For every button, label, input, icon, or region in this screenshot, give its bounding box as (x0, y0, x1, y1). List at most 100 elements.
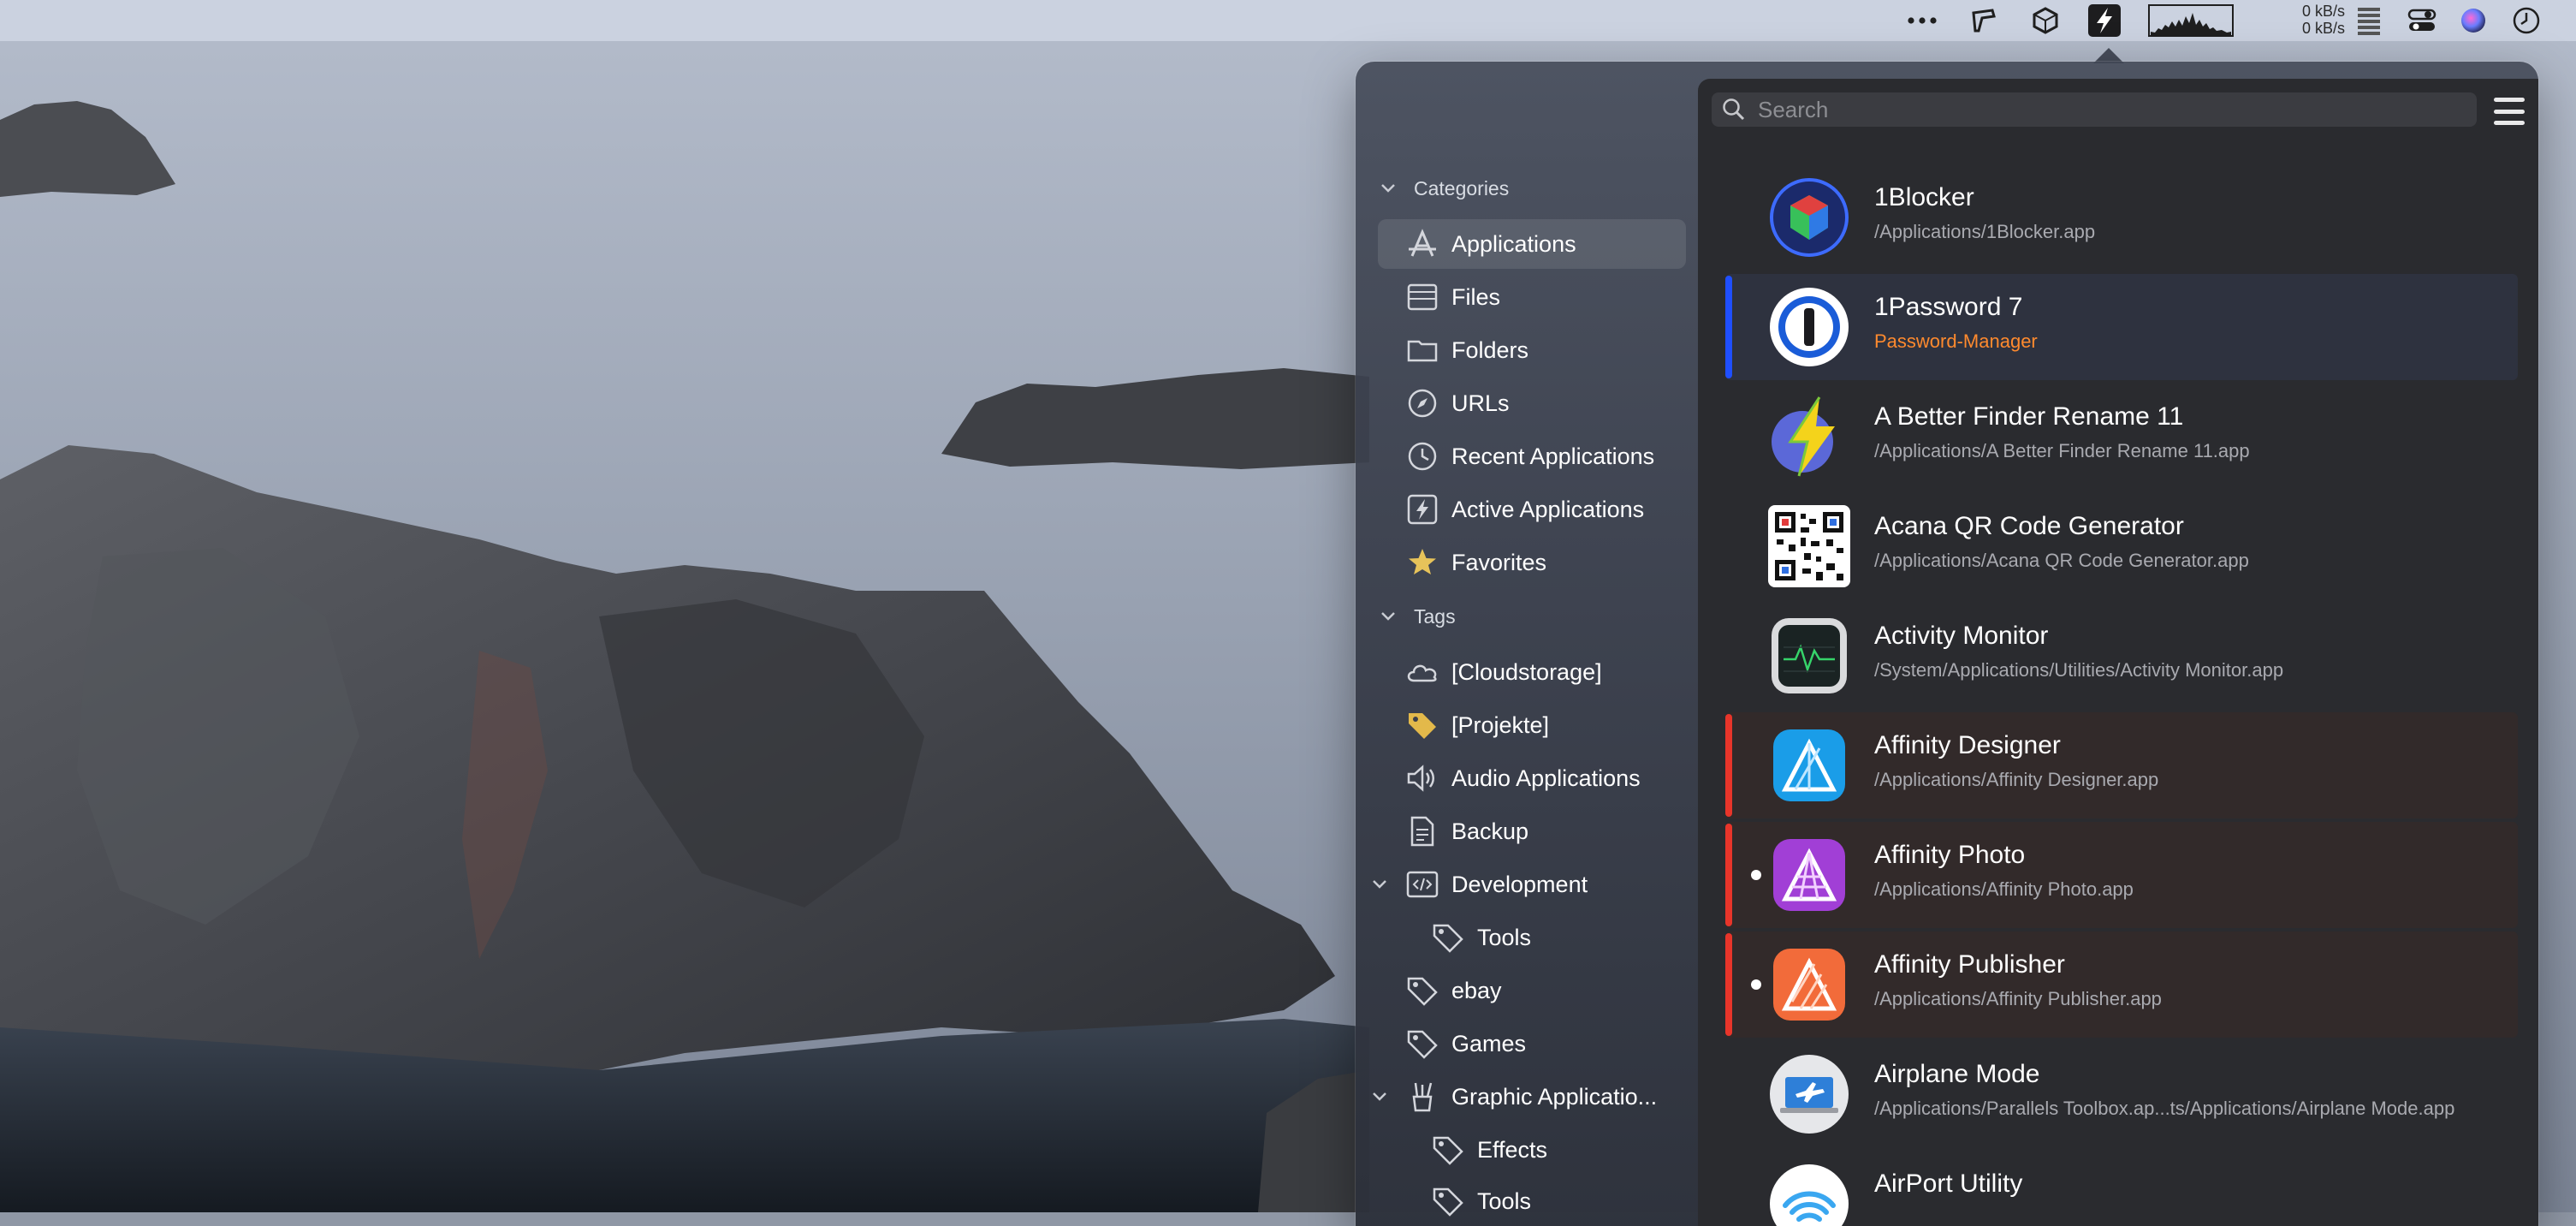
sidebar-item-label: Development (1451, 871, 1588, 897)
app-row-1password[interactable]: 1Password 7 Password-Manager (1725, 274, 2518, 380)
running-indicator-dot (1751, 979, 1761, 990)
sidebar-item-label: Applications (1451, 230, 1576, 257)
sidebar-item-applications[interactable]: Applications (1378, 219, 1686, 269)
app-name: A Better Finder Rename 11 (1874, 402, 2184, 431)
sidebar-item-label: Effects (1477, 1136, 1548, 1163)
code-icon (1404, 866, 1441, 903)
net-download: 0 kB/s (2301, 20, 2345, 37)
app-row-affinity-photo[interactable]: Affinity Photo /Applications/Affinity Ph… (1725, 822, 2518, 928)
app-row-a-better-finder-rename[interactable]: A Better Finder Rename 11 /Applications/… (1725, 384, 2518, 490)
menu-line (2494, 109, 2525, 114)
activity-graph-icon[interactable] (2146, 0, 2235, 41)
tag-icon (1429, 919, 1467, 956)
hamburger-menu-button[interactable] (2494, 96, 2525, 127)
finder-rename-icon (1772, 396, 1835, 477)
net-upload: 0 kB/s (2301, 3, 2345, 20)
tag-color-stripe (1725, 824, 1732, 926)
app-row-affinity-designer[interactable]: Affinity Designer /Applications/Affinity… (1725, 712, 2518, 818)
clock-icon[interactable] (2509, 0, 2543, 41)
app-row-activity-monitor[interactable]: Activity Monitor /System/Applications/Ut… (1725, 603, 2518, 709)
stack-icon[interactable] (1967, 0, 2001, 41)
sidebar-item-label: Tools (1477, 924, 1532, 950)
cube-icon[interactable] (2028, 0, 2063, 41)
app-path: /Applications/1Blocker.app (1874, 221, 2096, 242)
app-name: Affinity Designer (1874, 731, 2061, 759)
running-indicator-dot (1751, 870, 1761, 880)
control-center-icon[interactable] (2405, 0, 2439, 41)
tags-header[interactable]: Tags (1378, 599, 1456, 634)
compass-icon (1404, 384, 1441, 422)
tag-icon (1429, 1131, 1467, 1169)
brush-icon (1404, 1078, 1441, 1116)
lightning-icon (1404, 491, 1441, 528)
results-list: 1Blocker /Applications/1Blocker.app 1Pas… (1698, 79, 2538, 1226)
folder-icon (1404, 331, 1441, 369)
app-name: Activity Monitor (1874, 622, 2049, 650)
sidebar-item-label: ebay (1451, 977, 1502, 1003)
search-icon (1723, 98, 1745, 121)
siri-icon[interactable] (2456, 0, 2490, 41)
qr-code-icon (1768, 505, 1850, 587)
app-path: /Applications/Affinity Designer.app (1874, 769, 2159, 790)
app-path: /Applications/A Better Finder Rename 11.… (1874, 440, 2250, 461)
app-path: /Applications/Parallels Toolbox.ap...ts/… (1874, 1098, 2455, 1119)
app-path: /Applications/Acana QR Code Generator.ap… (1874, 550, 2249, 571)
sidebar-item-label: Audio Applications (1451, 765, 1641, 791)
categories-header-label: Categories (1414, 176, 1510, 199)
1password-icon (1770, 288, 1849, 366)
tags-header-label: Tags (1414, 604, 1456, 628)
app-row-affinity-publisher[interactable]: Affinity Publisher /Applications/Affinit… (1725, 931, 2518, 1038)
cloud-icon (1404, 653, 1441, 691)
sidebar-item-label: URLs (1451, 390, 1510, 416)
lightning-icon[interactable] (2086, 0, 2122, 41)
memory-icon[interactable] (2353, 0, 2384, 41)
1blocker-icon (1770, 178, 1849, 257)
tag-icon (1404, 706, 1441, 744)
sidebar: Categories Applications Files Folders UR… (1356, 62, 1698, 1226)
search-input[interactable] (1756, 95, 2461, 124)
files-icon (1404, 278, 1441, 316)
app-path: /Applications/Affinity Publisher.app (1874, 988, 2162, 1009)
app-row-acana-qr-code-generator[interactable]: Acana QR Code Generator /Applications/Ac… (1725, 493, 2518, 599)
network-speed-readout[interactable]: 0 kB/s 0 kB/s (2280, 3, 2345, 37)
app-path: /Applications/Affinity Photo.app (1874, 878, 2134, 900)
app-row-1blocker[interactable]: 1Blocker /Applications/1Blocker.app (1725, 164, 2518, 271)
app-row-airport-utility[interactable]: AirPort Utility (1725, 1151, 2518, 1226)
app-name: Acana QR Code Generator (1874, 512, 2184, 540)
app-row-airplane-mode[interactable]: Airplane Mode /Applications/Parallels To… (1725, 1041, 2518, 1147)
menu-bar: 0 kB/s 0 kB/s (0, 0, 2576, 41)
chevron-down-icon[interactable] (1369, 1086, 1390, 1107)
sidebar-item-label: [Cloudstorage] (1451, 658, 1602, 685)
sidebar-item-label: Games (1451, 1030, 1527, 1056)
airplane-mode-icon (1770, 1055, 1849, 1134)
app-name: 1Blocker (1874, 183, 1974, 211)
airport-utility-icon (1770, 1164, 1849, 1226)
sidebar-item-label: Graphic Applicatio... (1451, 1083, 1658, 1110)
chevron-down-icon[interactable] (1369, 874, 1390, 895)
app-tag-label: Password-Manager (1874, 330, 2038, 352)
sidebar-item-label: Tools (1477, 1187, 1532, 1214)
speaker-icon (1404, 759, 1441, 797)
sidebar-item-label: [Projekte] (1451, 711, 1550, 738)
categories-header[interactable]: Categories (1378, 171, 1509, 205)
chevron-down-icon[interactable] (1378, 178, 1398, 199)
affinity-publisher-icon (1773, 949, 1845, 1021)
app-name: Affinity Photo (1874, 841, 2026, 869)
tag-icon (1429, 1182, 1467, 1220)
search-field[interactable] (1712, 92, 2477, 127)
app-name: 1Password 7 (1874, 293, 2023, 321)
menu-line (2494, 98, 2525, 102)
app-name: Affinity Publisher (1874, 950, 2065, 979)
app-name: Airplane Mode (1874, 1060, 2040, 1088)
ellipsis-icon[interactable] (1905, 0, 1939, 41)
menu-line (2494, 121, 2525, 125)
sidebar-item-label: Files (1451, 283, 1501, 310)
chevron-down-icon[interactable] (1378, 606, 1398, 627)
clock-icon (1404, 437, 1441, 475)
affinity-photo-icon (1773, 839, 1845, 911)
sidebar-item-label: Backup (1451, 818, 1529, 844)
sidebar-item-label: Favorites (1451, 549, 1547, 575)
sidebar-item-label: Active Applications (1451, 496, 1645, 522)
activity-monitor-icon (1772, 618, 1847, 693)
app-path: /System/Applications/Utilities/Activity … (1874, 659, 2284, 681)
